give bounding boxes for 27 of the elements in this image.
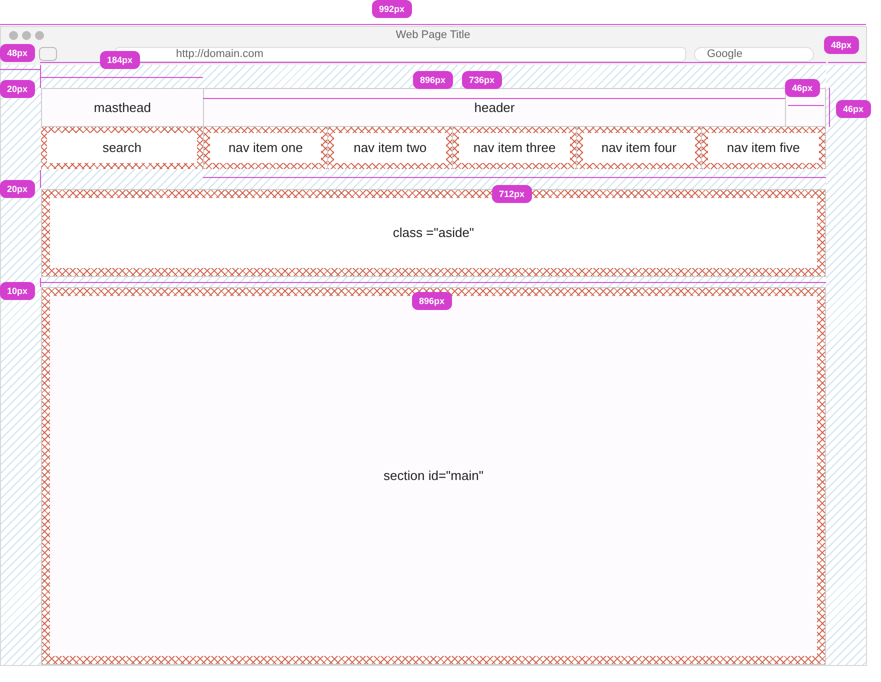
dimension-label: 48px: [0, 44, 35, 62]
dimension-line: [40, 170, 41, 188]
nav-item[interactable]: nav item five: [702, 127, 826, 169]
dimension-line: [828, 62, 866, 63]
dimension-label: 184px: [100, 51, 140, 69]
nav-item[interactable]: nav item four: [577, 127, 702, 169]
dimension-line: [788, 105, 824, 106]
dimension-label: 992px: [372, 0, 412, 18]
window-title: Web Page Title: [396, 28, 470, 42]
masthead-block: masthead: [40, 88, 204, 127]
nav-item[interactable]: nav item one: [204, 127, 328, 169]
dimension-label: 48px: [824, 36, 859, 54]
dimension-label: 736px: [462, 71, 502, 89]
dimension-label: 46px: [785, 79, 820, 97]
search-field[interactable]: Google: [694, 46, 814, 62]
dimension-label: 46px: [836, 100, 871, 118]
dimension-label: 10px: [0, 282, 35, 300]
dimension-label: 20px: [0, 80, 35, 98]
dimension-label: 20px: [0, 180, 35, 198]
dimension-line: [829, 88, 830, 127]
dimension-label: 896px: [412, 292, 452, 310]
aside-label: class ="aside": [50, 198, 818, 268]
dimension-label: 896px: [413, 71, 453, 89]
search-label: search: [46, 133, 197, 163]
nav-item[interactable]: nav item two: [328, 127, 453, 169]
dimension-label: 712px: [492, 185, 532, 203]
nav-item[interactable]: nav item three: [452, 127, 578, 169]
